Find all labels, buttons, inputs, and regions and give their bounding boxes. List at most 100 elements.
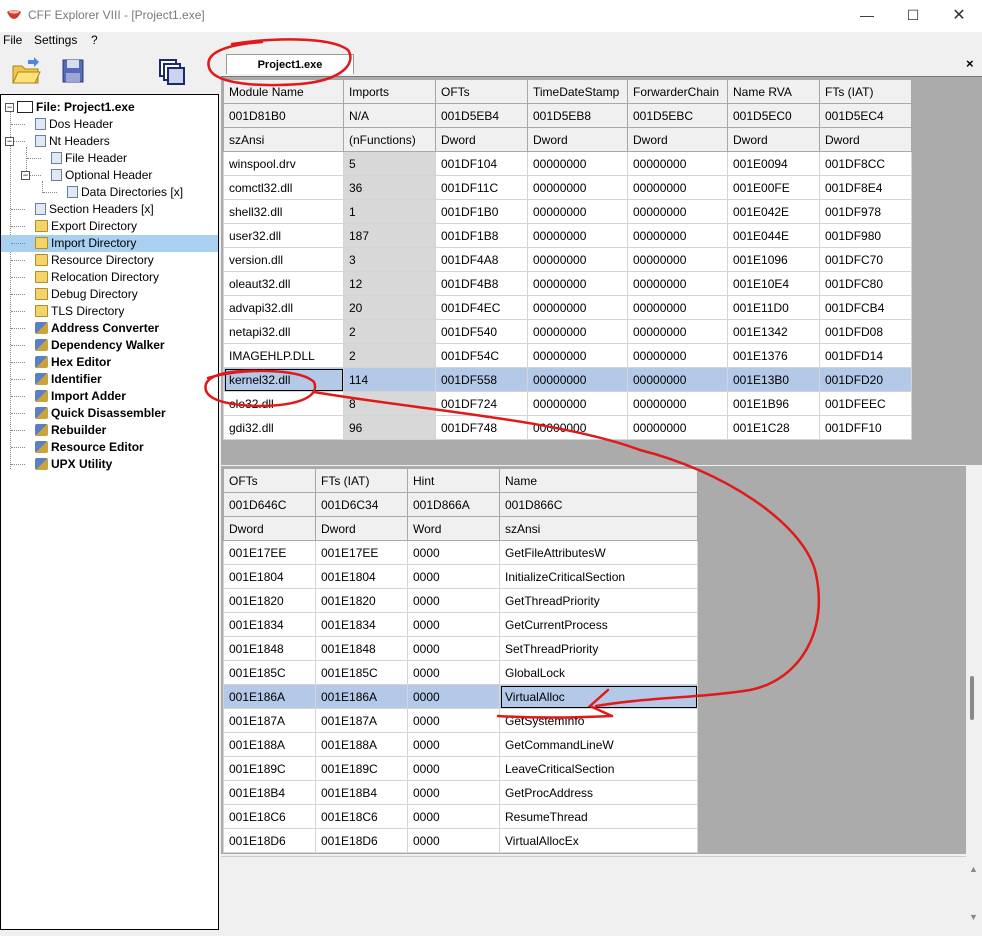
table-cell[interactable]: 001E189C [223, 756, 316, 781]
column-header[interactable]: 001D5EB8 [527, 103, 628, 128]
table-cell[interactable]: 001E1848 [315, 636, 408, 661]
menu-file[interactable]: File [3, 33, 22, 47]
table-cell[interactable]: 00000000 [627, 367, 728, 392]
menu-settings[interactable]: Settings [34, 33, 77, 47]
table-cell[interactable]: 00000000 [627, 343, 728, 368]
table-cell[interactable]: 001DF748 [435, 415, 528, 440]
column-header[interactable]: Dword [527, 127, 628, 152]
tree-item-address-converter[interactable]: Address Converter [35, 320, 159, 337]
table-cell[interactable]: 00000000 [527, 223, 628, 248]
table-cell[interactable]: 00000000 [527, 175, 628, 200]
table-cell[interactable]: 0000 [407, 684, 500, 709]
column-header[interactable]: 001D81B0 [223, 103, 344, 128]
table-cell[interactable]: 114 [343, 367, 436, 392]
table-row[interactable]: gdi32.dll 96 001DF748 00000000 00000000 001E1… [223, 415, 912, 440]
table-cell[interactable]: 001E17EE [315, 540, 408, 565]
tree-item-dos-header[interactable]: Dos Header [35, 116, 113, 133]
windows-icon[interactable] [156, 56, 188, 88]
table-cell[interactable]: 001E187A [315, 708, 408, 733]
table-cell[interactable]: 001E18C6 [315, 804, 408, 829]
table-cell[interactable]: 001E10E4 [727, 271, 820, 296]
table-row[interactable]: 001E188A 001E188A 0000 GetCommandLineW [223, 732, 698, 757]
column-header[interactable]: 001D5EC4 [819, 103, 912, 128]
column-header[interactable]: Dword [315, 516, 408, 541]
modules-header-row[interactable]: szAnsi (nFunctions) Dword Dword Dword Dword Dw… [223, 127, 912, 152]
tree-item-export-directory[interactable]: Export Directory [35, 218, 137, 235]
table-cell[interactable]: 001E042E [727, 199, 820, 224]
column-header[interactable]: Dword [627, 127, 728, 152]
column-header[interactable]: OFTs [223, 468, 316, 493]
table-cell[interactable]: 001E18B4 [223, 780, 316, 805]
collapse-icon[interactable]: − [21, 171, 30, 180]
minimize-button[interactable]: — [844, 0, 890, 30]
scrollbar-thumb[interactable] [970, 676, 974, 720]
table-cell[interactable]: ole32.dll [223, 391, 344, 416]
modules-table[interactable]: Module Name Imports OFTs TimeDateStamp Forwa… [223, 79, 912, 440]
table-cell[interactable]: InitializeCriticalSection [499, 564, 698, 589]
column-header[interactable]: Name RVA [727, 79, 820, 104]
table-cell[interactable]: 001DFC80 [819, 271, 912, 296]
tree-item-nt-headers[interactable]: Nt Headers [35, 133, 110, 150]
tree-item-optional-header[interactable]: Optional Header [51, 167, 152, 184]
column-header[interactable]: Dword [819, 127, 912, 152]
table-cell[interactable]: 001E18D6 [315, 828, 408, 853]
scroll-down-icon[interactable]: ▼ [969, 912, 978, 922]
table-cell[interactable]: 001E185C [315, 660, 408, 685]
table-cell[interactable]: gdi32.dll [223, 415, 344, 440]
table-cell[interactable]: 00000000 [527, 247, 628, 272]
table-row[interactable]: 001E18C6 001E18C6 0000 ResumeThread [223, 804, 698, 829]
collapse-icon[interactable]: − [5, 137, 14, 146]
tree-item-dependency-walker[interactable]: Dependency Walker [35, 337, 165, 354]
table-cell[interactable]: 0000 [407, 756, 500, 781]
table-cell[interactable]: 001E1820 [315, 588, 408, 613]
table-cell[interactable]: 001E13B0 [727, 367, 820, 392]
column-header[interactable]: 001D5EB4 [435, 103, 528, 128]
table-cell[interactable]: IMAGEHLP.DLL [223, 343, 344, 368]
menu-help[interactable]: ? [91, 33, 98, 47]
table-cell[interactable]: GetThreadPriority [499, 588, 698, 613]
table-row[interactable]: winspool.drv 5 001DF104 00000000 00000000 001… [223, 151, 912, 176]
tree-item-data-directories-x[interactable]: Data Directories [x] [67, 184, 183, 201]
table-cell[interactable]: GetFileAttributesW [499, 540, 698, 565]
table-cell[interactable]: 001E18D6 [223, 828, 316, 853]
table-cell[interactable]: 001E1096 [727, 247, 820, 272]
column-header[interactable]: Dword [223, 516, 316, 541]
table-row[interactable]: user32.dll 187 001DF1B8 00000000 00000000 001… [223, 223, 912, 248]
tree-item-identifier[interactable]: Identifier [35, 371, 102, 388]
table-cell[interactable]: 001E0094 [727, 151, 820, 176]
tree-item-section-headers-x[interactable]: Section Headers [x] [35, 201, 154, 218]
table-cell[interactable]: 001E186A [223, 684, 316, 709]
table-cell[interactable]: 00000000 [627, 415, 728, 440]
table-cell[interactable]: advapi32.dll [223, 295, 344, 320]
table-cell[interactable]: 001E044E [727, 223, 820, 248]
table-cell[interactable]: 001E1834 [223, 612, 316, 637]
tree-item-import-adder[interactable]: Import Adder [35, 388, 126, 405]
table-row[interactable]: 001E186A 001E186A 0000 VirtualAlloc [223, 684, 698, 709]
table-cell[interactable]: 001DF980 [819, 223, 912, 248]
table-row[interactable]: advapi32.dll 20 001DF4EC 00000000 00000000 00… [223, 295, 912, 320]
column-header[interactable]: Dword [727, 127, 820, 152]
tree-item-file-header[interactable]: File Header [51, 150, 127, 167]
table-cell[interactable]: SetThreadPriority [499, 636, 698, 661]
table-cell[interactable]: 00000000 [527, 391, 628, 416]
table-cell[interactable]: version.dll [223, 247, 344, 272]
table-row[interactable]: ole32.dll 8 001DF724 00000000 00000000 001E1B… [223, 391, 912, 416]
tree-item-hex-editor[interactable]: Hex Editor [35, 354, 111, 371]
table-cell[interactable]: 001DF540 [435, 319, 528, 344]
table-cell[interactable]: 001E1B96 [727, 391, 820, 416]
table-cell[interactable]: 001E187A [223, 708, 316, 733]
column-header[interactable]: 001D6C34 [315, 492, 408, 517]
table-cell[interactable]: 001E18B4 [315, 780, 408, 805]
table-cell[interactable]: 00000000 [627, 223, 728, 248]
column-header[interactable]: OFTs [435, 79, 528, 104]
table-row[interactable]: comctl32.dll 36 001DF11C 00000000 00000000 00… [223, 175, 912, 200]
table-cell[interactable]: 00000000 [627, 271, 728, 296]
table-cell[interactable]: 12 [343, 271, 436, 296]
table-cell[interactable]: 00000000 [527, 271, 628, 296]
table-cell[interactable]: ResumeThread [499, 804, 698, 829]
table-cell[interactable]: netapi32.dll [223, 319, 344, 344]
table-cell[interactable]: 001E1834 [315, 612, 408, 637]
table-cell[interactable]: 001E1C28 [727, 415, 820, 440]
table-cell[interactable]: 00000000 [627, 175, 728, 200]
table-cell[interactable]: 0000 [407, 636, 500, 661]
